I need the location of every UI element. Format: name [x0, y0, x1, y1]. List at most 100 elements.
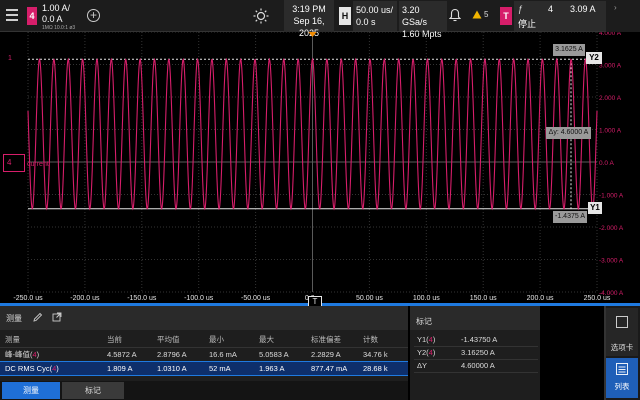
side-panel: 选项卡 列表: [604, 306, 640, 400]
x-tick-label: 200.0 us: [527, 295, 554, 302]
y-tick-label: -3.000 A: [599, 258, 624, 265]
cursor-y2-handle[interactable]: Y2: [586, 52, 602, 64]
trigger-expander[interactable]: ›: [606, 0, 640, 32]
y-tick-label: 1.000 A: [599, 128, 622, 135]
horizontal-settings[interactable]: 50.00 us/ 0.0 s: [353, 1, 397, 31]
marker-row-y1[interactable]: Y1(4) -1.43750 A: [414, 333, 538, 347]
x-tick-label: -100.0 us: [184, 295, 214, 302]
measurement-header: 测量: [0, 306, 408, 330]
menu-icon[interactable]: [6, 9, 18, 21]
trigger-edge-icon: ƒ: [518, 4, 524, 14]
top-bar: 4 1.00 A/ 0.0 A 1MΩ 10.0:1 ø3 + 3:19 PM …: [0, 0, 640, 39]
x-tick-label: 50.00 us: [356, 295, 383, 302]
y-tick-label: 2.000 A: [599, 95, 622, 102]
marker-value: 4.60000 A: [458, 359, 538, 373]
marker-label-close: ): [432, 348, 436, 357]
trigger-badge[interactable]: T: [500, 7, 512, 25]
panel-gap: [540, 306, 604, 400]
measurement-name-close: ): [56, 363, 59, 373]
header-std-dev: 标准偏差: [311, 335, 341, 345]
waveform-graticule[interactable]: 4.000 A 3.000 A 2.000 A 1.000 A 0.0 A -1.000 …: [0, 32, 640, 304]
measurement-name: 峰-峰值(4): [0, 346, 102, 361]
y-tick-label: 0.0 A: [599, 160, 614, 167]
x-tick-label: 250.0 us: [584, 295, 611, 302]
tab-measurements[interactable]: 测量: [2, 382, 60, 399]
brightness-icon[interactable]: [252, 8, 270, 24]
cursor-y1-handle[interactable]: Y1: [588, 202, 602, 214]
measurement-row-dc-rms[interactable]: DC RMS Cyc(4) 1.809 A 1.0310 A 52 mA 1.9…: [0, 360, 408, 376]
list-view-label: 列表: [614, 382, 630, 391]
popout-icon[interactable]: [52, 312, 62, 322]
x-tick-label: 100.0 us: [413, 295, 440, 302]
clock-display: 3:19 PM Sep 16, 2025: [284, 0, 334, 38]
list-icon: [616, 363, 628, 375]
channel-4-ground-marker[interactable]: 4: [3, 154, 25, 172]
measurement-mean: 1.0310 A: [152, 360, 204, 376]
header-measurement: 测量: [5, 335, 20, 345]
measurement-panel: 测量 测量 当前 平均值 最小 最大 标准偏差 计数 峰-峰值(4) 4.587…: [0, 306, 408, 400]
y-tick-label: 3.000 A: [599, 63, 622, 70]
acquisition-settings[interactable]: 3.20 GSa/s 1.60 Mpts: [399, 1, 447, 39]
horizontal-badge[interactable]: H: [339, 7, 351, 25]
channel-offset: 0.0 A: [42, 14, 63, 24]
marker-row-delta[interactable]: ΔY 4.60000 A: [414, 359, 538, 373]
marker-label-text: Y1(: [417, 334, 429, 344]
measurement-std: 877.47 mA: [306, 360, 358, 376]
x-tick-label: -50.00 us: [241, 295, 271, 302]
edit-icon[interactable]: [33, 312, 43, 322]
measurement-count: 28.68 k: [358, 360, 408, 376]
cursor-y1-readout: -1.4375 A: [553, 211, 587, 223]
trigger-level: 3.09 A: [570, 4, 596, 14]
channel-4-badge[interactable]: 4: [27, 7, 37, 25]
cursor-delta-readout: Δy: 4.6000 A: [546, 127, 591, 139]
measurement-min: 16.6 mA: [204, 346, 254, 361]
trigger-position-marker: [308, 32, 317, 37]
header-mean: 平均值: [157, 335, 180, 345]
y-tick-label: -2.000 A: [599, 225, 624, 232]
measurement-current: 1.809 A: [102, 360, 152, 376]
marker-value: 3.16250 A: [458, 346, 538, 360]
card-view-button[interactable]: 选项卡: [606, 308, 638, 356]
measurement-table: 测量 当前 平均值 最小 最大 标准偏差 计数 峰-峰值(4) 4.5872 A…: [0, 333, 408, 376]
card-view-label: 选项卡: [610, 343, 634, 352]
tab-markers[interactable]: 标记: [62, 382, 124, 399]
measurement-count: 34.76 k: [358, 346, 408, 361]
warning-icon[interactable]: [472, 10, 482, 19]
measurement-max: 5.0583 A: [254, 346, 306, 361]
measurement-name: DC RMS Cyc(4): [0, 360, 102, 376]
measurement-name-text: 峰-峰值(: [5, 349, 33, 359]
channel-1-marker[interactable]: 1: [8, 55, 12, 62]
measurement-row-pk-pk[interactable]: 峰-峰值(4) 4.5872 A 2.8796 A 16.6 mA 5.0583…: [0, 346, 408, 361]
horizontal-delay: 0.0 s: [356, 17, 376, 27]
card-icon: [616, 316, 628, 328]
measurement-current: 4.5872 A: [102, 346, 152, 361]
bottom-tabs: 测量 标记: [0, 381, 408, 400]
x-tick-label: -150.0 us: [127, 295, 157, 302]
trace-label: current: [27, 161, 49, 168]
measurement-name-text: DC RMS Cyc(: [5, 363, 53, 373]
list-view-button[interactable]: 列表: [606, 358, 638, 398]
header-current: 当前: [107, 335, 122, 345]
marker-label-close: ): [432, 334, 436, 344]
channel-4-settings[interactable]: 1.00 A/ 0.0 A 1MΩ 10.0:1 ø3: [42, 3, 75, 32]
bell-icon[interactable]: [449, 8, 461, 22]
marker-value: -1.43750 A: [458, 333, 538, 347]
marker-label-text: Y2(: [417, 348, 429, 357]
waveform-display[interactable]: 4.000 A 3.000 A 2.000 A 1.000 A 0.0 A -1.000 …: [0, 32, 640, 304]
trigger-status: 停止: [518, 19, 537, 29]
y-tick-label: 4.000 A: [599, 32, 622, 37]
measurement-name-close: ): [36, 349, 40, 359]
notification-count: 5: [484, 10, 489, 19]
add-channel-button[interactable]: +: [87, 9, 100, 22]
sample-rate: 3.20 GSa/s: [402, 5, 428, 27]
measurement-max: 1.963 A: [254, 360, 306, 376]
y-tick-label: -1.000 A: [599, 193, 624, 200]
measurement-table-header: 测量 当前 平均值 最小 最大 标准偏差 计数: [0, 333, 408, 347]
channel-extra-info: 1MΩ 10.0:1 ø3: [42, 25, 76, 31]
x-tick-label: -250.0 us: [13, 295, 43, 302]
trigger-settings[interactable]: ƒ 4 3.09 A 停止: [514, 1, 606, 31]
measurement-mean: 2.8796 A: [152, 346, 204, 361]
marker-row-y2[interactable]: Y2(4) 3.16250 A: [414, 346, 538, 360]
header-min: 最小: [209, 335, 224, 345]
channel-scale: 1.00 A/: [42, 3, 71, 13]
